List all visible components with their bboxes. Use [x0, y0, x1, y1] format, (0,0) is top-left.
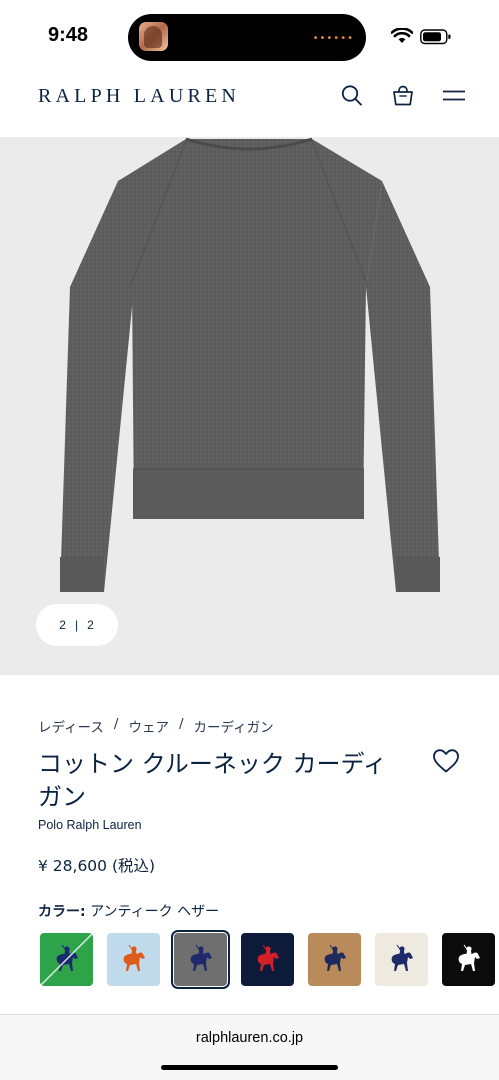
status-bar: 9:48 ••••••	[0, 0, 499, 75]
polo-pony-icon	[308, 933, 361, 986]
breadcrumb-separator: /	[113, 716, 119, 732]
product-image-gallery[interactable]: 2 | 2	[0, 137, 499, 675]
wishlist-heart-icon[interactable]	[432, 748, 460, 774]
breadcrumb-item-women[interactable]: レディース	[38, 716, 104, 736]
breadcrumb-item-cardigan[interactable]: カーディガン	[194, 716, 274, 736]
dynamic-island[interactable]: ••••••	[128, 14, 366, 61]
color-swatch-light-blue[interactable]	[107, 933, 160, 986]
site-header: RALPH LAUREN	[0, 75, 499, 137]
color-swatch-camel[interactable]	[308, 933, 361, 986]
shopping-bag-icon[interactable]	[390, 83, 416, 109]
polo-pony-icon	[442, 933, 495, 986]
polo-pony-icon	[40, 933, 93, 986]
color-swatch-navy[interactable]	[241, 933, 294, 986]
product-price: ¥ 28,600 (税込)	[38, 857, 156, 875]
cardigan-back-image	[60, 137, 440, 592]
product-brand[interactable]: Polo Ralph Lauren	[38, 818, 142, 832]
color-swatch-black[interactable]	[442, 933, 495, 986]
breadcrumb-separator: /	[178, 716, 184, 732]
home-indicator[interactable]	[161, 1065, 338, 1070]
color-swatch-cream[interactable]	[375, 933, 428, 986]
breadcrumb-item-wear[interactable]: ウェア	[128, 716, 169, 736]
pager-separator: |	[74, 618, 80, 632]
ralph-lauren-logo[interactable]: RALPH LAUREN	[38, 85, 240, 108]
audio-waveform-icon: ••••••	[312, 33, 354, 44]
url-text[interactable]: ralphlauren.co.jp	[0, 1030, 499, 1046]
image-pager: 2 | 2	[36, 604, 118, 646]
product-title: コットン クルーネック カーディガン	[38, 750, 387, 811]
color-selection: カラー: アンティーク ヘザー	[38, 901, 219, 921]
polo-pony-icon	[241, 933, 294, 986]
browser-address-bar[interactable]: ralphlauren.co.jp	[0, 1014, 499, 1080]
wifi-icon	[391, 28, 413, 43]
color-swatch-antique-heather[interactable]	[171, 930, 230, 989]
now-playing-artwork	[139, 22, 168, 51]
polo-pony-icon	[174, 933, 227, 986]
pager-current: 2	[59, 618, 67, 632]
color-value: アンティーク ヘザー	[90, 904, 220, 920]
search-icon[interactable]	[339, 83, 365, 109]
polo-pony-icon	[375, 933, 428, 986]
color-label: カラー:	[38, 904, 86, 920]
hamburger-menu-icon[interactable]	[441, 83, 467, 109]
color-swatches	[40, 930, 499, 989]
color-swatch-green[interactable]	[40, 933, 93, 986]
breadcrumb: レディース / ウェア / カーディガン	[38, 716, 274, 736]
status-time: 9:48	[48, 24, 89, 46]
pager-total: 2	[87, 618, 95, 632]
polo-pony-icon	[107, 933, 160, 986]
battery-icon	[420, 29, 451, 45]
